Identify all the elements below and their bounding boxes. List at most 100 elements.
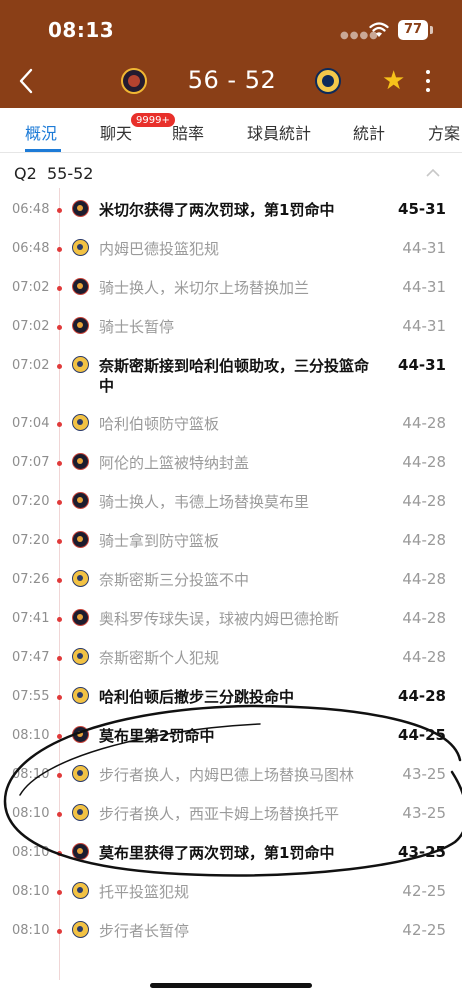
event-text: 米切尔获得了两次罚球，第1罚命中	[99, 201, 335, 219]
tab-player-stats[interactable]: 球員統計	[247, 120, 311, 144]
cavaliers-logo-icon	[72, 317, 89, 334]
back-icon[interactable]	[14, 66, 40, 96]
timeline-dot	[57, 325, 62, 330]
timeline-line	[59, 188, 60, 980]
timeline-dot	[57, 578, 62, 583]
event-time: 08:10	[12, 845, 50, 860]
pacers-logo-icon	[72, 648, 89, 665]
tab-chat[interactable]: 聊天	[100, 120, 132, 144]
event-text: 哈利伯顿防守篮板	[99, 415, 220, 433]
tab-plans[interactable]: 方案	[428, 120, 460, 144]
event-text: 托平投篮犯规	[99, 883, 190, 901]
active-tab-indicator	[25, 149, 61, 152]
battery-tip	[430, 26, 433, 34]
tab-stats[interactable]: 統計	[353, 120, 385, 144]
event-time: 07:20	[12, 533, 50, 548]
pacers-logo-icon	[72, 804, 89, 821]
event-time: 07:55	[12, 689, 50, 704]
event-score: 42-25	[402, 882, 446, 900]
cavaliers-logo-icon	[72, 531, 89, 548]
event-score: 45-31	[398, 200, 446, 218]
event-text: 阿伦的上篮被特纳封盖	[99, 454, 250, 472]
chevron-up-icon[interactable]	[426, 168, 440, 178]
away-team-logo[interactable]	[315, 68, 341, 94]
timeline-dot	[57, 461, 62, 466]
event-text: 内姆巴德投篮犯规	[99, 240, 220, 258]
play-by-play-list[interactable]: 06:48米切尔第2罚命中46-3106:48米切尔获得了两次罚球，第1罚命中4…	[0, 188, 462, 980]
event-score: 42-25	[402, 921, 446, 939]
wifi-icon	[369, 22, 389, 37]
timeline-dot	[57, 656, 62, 661]
quarter-label: Q2	[14, 164, 37, 183]
event-score: 44-28	[402, 648, 446, 666]
timeline-dot	[57, 500, 62, 505]
event-score: 44-28	[402, 414, 446, 432]
event-score: 44-31	[402, 278, 446, 296]
event-time: 08:10	[12, 767, 50, 782]
event-time: 07:07	[12, 455, 50, 470]
timeline-dot	[57, 929, 62, 934]
event-time: 08:10	[12, 884, 50, 899]
timeline-dot	[57, 364, 62, 369]
event-text: 奈斯密斯接到哈利伯顿助攻，三分投篮命中	[99, 357, 370, 395]
header-bar: 08:13 ●●●● 77 56 - 52 ★	[0, 0, 462, 108]
timeline-dot	[57, 695, 62, 700]
timeline-dot	[57, 539, 62, 544]
event-text: 步行者换人，内姆巴德上场替换马图林	[99, 766, 355, 784]
event-time: 07:47	[12, 650, 50, 665]
pacers-logo-icon	[72, 570, 89, 587]
more-menu-icon[interactable]	[424, 70, 432, 94]
event-score: 44-25	[398, 726, 446, 744]
quarter-score: 55-52	[46, 164, 94, 183]
event-text: 奈斯密斯个人犯规	[99, 649, 220, 667]
event-score: 44-28	[402, 570, 446, 588]
event-text: 莫布里第2罚命中	[99, 727, 215, 745]
event-text: 奥科罗传球失误，球被内姆巴德抢断	[99, 610, 340, 628]
timeline-dot	[57, 617, 62, 622]
pacers-logo-icon	[72, 921, 89, 938]
favorite-star-icon[interactable]: ★	[382, 66, 405, 96]
timeline-dot	[57, 734, 62, 739]
cavaliers-logo-icon	[72, 492, 89, 509]
event-text: 步行者换人，西亚卡姆上场替换托平	[99, 805, 340, 823]
cavaliers-logo-icon	[72, 609, 89, 626]
event-text: 莫布里获得了两次罚球，第1罚命中	[99, 844, 335, 862]
event-time: 07:26	[12, 572, 50, 587]
event-time: 07:02	[12, 280, 50, 295]
event-text: 奈斯密斯三分投篮不中	[99, 571, 250, 589]
tab-odds[interactable]: 賠率	[172, 120, 204, 144]
event-score: 44-31	[402, 317, 446, 335]
event-score: 44-31	[398, 356, 446, 374]
chat-count-badge: 9999+	[130, 112, 176, 128]
event-score: 44-28	[398, 687, 446, 705]
battery-icon: 77	[398, 20, 428, 40]
pacers-logo-icon	[72, 687, 89, 704]
timeline-dot	[57, 851, 62, 856]
cavaliers-logo-icon	[72, 843, 89, 860]
event-score: 44-31	[402, 239, 446, 257]
timeline-dot	[57, 422, 62, 427]
event-time: 07:02	[12, 319, 50, 334]
tab-overview[interactable]: 概況	[25, 120, 57, 144]
event-time: 08:10	[12, 728, 50, 743]
event-text: 步行者长暂停	[99, 922, 190, 940]
home-indicator[interactable]	[150, 983, 312, 988]
status-time: 08:13	[48, 18, 115, 42]
pacers-logo-icon	[72, 414, 89, 431]
pacers-logo-icon	[72, 765, 89, 782]
event-score: 44-28	[402, 492, 446, 510]
event-text: 哈利伯顿后撤步三分跳投命中	[99, 688, 295, 706]
event-score: 44-28	[402, 609, 446, 627]
timeline-dot	[57, 890, 62, 895]
game-score: 56 - 52	[187, 66, 277, 94]
event-time: 07:04	[12, 416, 50, 431]
cavaliers-logo-icon	[72, 200, 89, 217]
timeline-dot	[57, 247, 62, 252]
event-time: 08:10	[12, 923, 50, 938]
quarter-header[interactable]: Q2 55-52	[14, 164, 93, 183]
pacers-logo-icon	[72, 239, 89, 256]
timeline-dot	[57, 286, 62, 291]
event-score: 44-28	[402, 531, 446, 549]
home-team-logo[interactable]	[121, 68, 147, 94]
event-text: 骑士拿到防守篮板	[99, 532, 220, 550]
